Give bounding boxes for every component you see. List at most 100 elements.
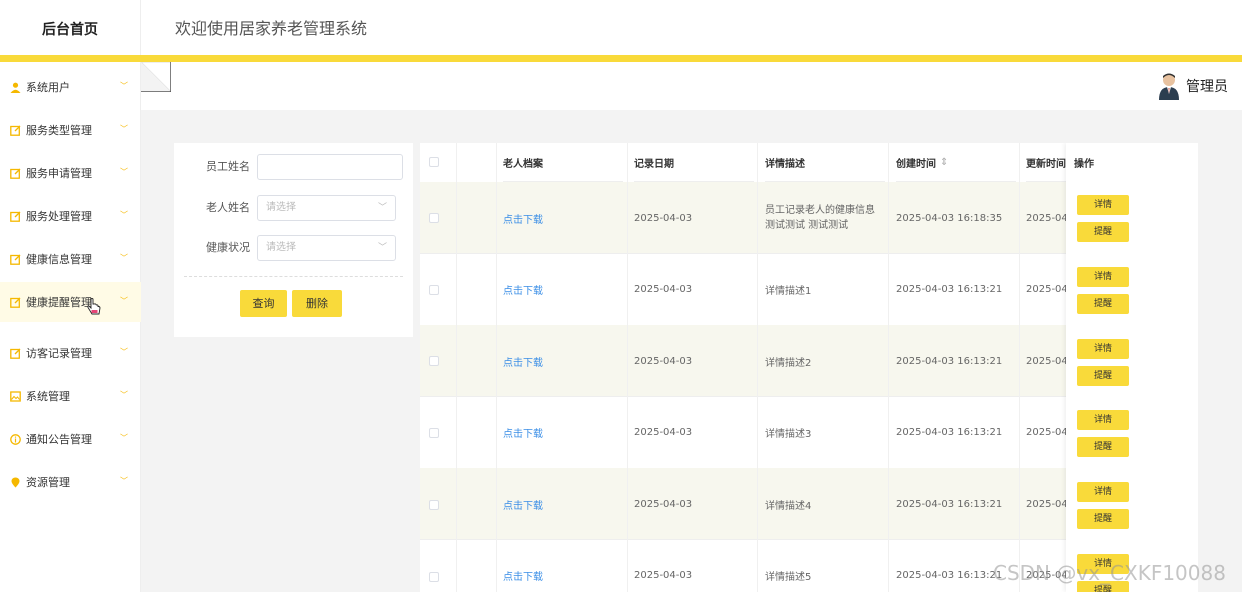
column-divider [456, 143, 457, 592]
record-date: 2025-04-03 [634, 355, 693, 367]
sidebar-item-label: 系统用户 [26, 81, 70, 94]
sidebar-item-label: 服务类型管理 [26, 124, 92, 137]
chevron-down-icon: ﹀ [120, 390, 128, 400]
created-time: 2025-04-03 16:13:21 [896, 498, 1003, 510]
detail-button[interactable]: 详情 [1077, 267, 1129, 287]
row-checkbox[interactable] [429, 428, 439, 438]
detail-button[interactable]: 详情 [1077, 195, 1129, 215]
record-desc: 详情描述2 [765, 357, 812, 369]
sidebar-item-label: 服务申请管理 [26, 167, 92, 180]
sidebar-item-service-types[interactable]: 服务类型管理 ﹀ [0, 110, 141, 150]
edit-icon [9, 167, 21, 179]
remind-button[interactable]: 提醒 [1077, 509, 1129, 529]
remind-button[interactable]: 提醒 [1077, 366, 1129, 386]
edit-icon [9, 347, 21, 359]
download-link[interactable]: 点击下载 [503, 325, 623, 397]
remind-button[interactable]: 提醒 [1077, 222, 1129, 242]
download-link[interactable]: 点击下载 [503, 182, 623, 254]
column-divider [1019, 143, 1020, 592]
record-date: 2025-04-03 [634, 498, 693, 510]
record-desc: 详情描述5 [765, 571, 812, 583]
chevron-down-icon: ﹀ [120, 253, 128, 263]
admin-name: 管理员 [1186, 79, 1228, 95]
detail-button[interactable]: 详情 [1077, 410, 1129, 430]
updated-time: 2025-04-0 [1026, 212, 1066, 224]
sidebar-item-visitor-records[interactable]: 访客记录管理 ﹀ [0, 333, 141, 373]
record-date: 2025-04-03 [634, 569, 693, 581]
record-date: 2025-04-03 [634, 427, 693, 438]
delete-button[interactable]: 删除 [292, 290, 342, 317]
updated-time: 2025-04-0 [1026, 427, 1066, 438]
record-date: 2025-04-03 [634, 212, 693, 224]
row-checkbox[interactable] [429, 285, 439, 295]
row-checkbox[interactable] [429, 500, 439, 510]
download-link[interactable]: 点击下载 [503, 397, 623, 468]
header-created[interactable]: 创建时间 ⇕ [896, 143, 1016, 182]
chevron-down-icon: ﹀ [377, 243, 387, 253]
column-divider [888, 143, 889, 592]
created-time: 2025-04-03 16:13:21 [896, 284, 1003, 295]
home-logo[interactable]: 后台首页 [0, 0, 141, 57]
sort-icon[interactable]: ⇕ [940, 157, 948, 168]
column-divider [627, 143, 628, 592]
header-ops: 操作 [1074, 159, 1094, 170]
created-time: 2025-04-03 16:13:21 [896, 427, 1003, 438]
sidebar-item-system-users[interactable]: 系统用户 ﹀ [0, 67, 141, 107]
employee-name-label: 员工姓名 [206, 160, 250, 173]
image-icon [9, 390, 21, 402]
sidebar-item-label: 健康提醒管理 [26, 296, 92, 309]
user-icon [9, 81, 21, 93]
sidebar-item-notices[interactable]: 通知公告管理 ﹀ [0, 419, 141, 459]
health-status-label: 健康状况 [206, 241, 250, 254]
health-status-select[interactable]: 请选择 ﹀ [257, 235, 396, 261]
employee-name-input[interactable] [257, 154, 403, 180]
elder-name-placeholder: 请选择 [266, 202, 296, 213]
elder-name-row: 老人姓名 请选择 ﹀ [174, 195, 413, 221]
edit-icon [9, 296, 21, 308]
detail-button[interactable]: 详情 [1077, 482, 1129, 502]
chevron-down-icon: ﹀ [120, 81, 128, 91]
query-button[interactable]: 查询 [240, 290, 287, 317]
header-desc: 详情描述 [765, 143, 885, 182]
detail-button[interactable]: 详情 [1077, 339, 1129, 359]
chevron-down-icon: ﹀ [120, 296, 128, 306]
download-link[interactable]: 点击下载 [503, 254, 623, 325]
chevron-down-icon: ﹀ [120, 476, 128, 486]
chevron-down-icon: ﹀ [377, 203, 387, 213]
accent-bar [0, 55, 1242, 62]
records-table: 老人档案 记录日期 详情描述 创建时间 ⇕ 更新时间 点击下载 2025-04-… [420, 143, 1198, 592]
admin-menu[interactable]: 管理员 [1158, 72, 1228, 100]
chevron-down-icon: ﹀ [120, 124, 128, 134]
remind-button[interactable]: 提醒 [1077, 294, 1129, 314]
sidebar-item-service-processing[interactable]: 服务处理管理 ﹀ [0, 196, 141, 236]
download-link[interactable]: 点击下载 [503, 468, 623, 540]
sidebar-item-health-info[interactable]: 健康信息管理 ﹀ [0, 239, 141, 279]
sidebar-toggle-icon[interactable] [141, 62, 171, 92]
search-panel: 员工姓名 老人姓名 请选择 ﹀ 健康状况 请选择 ﹀ 查询 删除 [174, 143, 413, 337]
sidebar-item-service-requests[interactable]: 服务申请管理 ﹀ [0, 153, 141, 193]
sidebar-item-label: 通知公告管理 [26, 433, 92, 446]
operations-column: 操作 详情 提醒 详情 提醒 详情 提醒 详情 提醒 详情 提醒 详情 提醒 [1066, 143, 1198, 592]
edit-icon [9, 210, 21, 222]
chevron-down-icon: ﹀ [120, 167, 128, 177]
elder-name-select[interactable]: 请选择 ﹀ [257, 195, 396, 221]
divider [184, 276, 403, 277]
row-checkbox[interactable] [429, 356, 439, 366]
chevron-down-icon: ﹀ [120, 433, 128, 443]
sidebar-item-system-management[interactable]: 系统管理 ﹀ [0, 376, 141, 416]
row-checkbox[interactable] [429, 572, 439, 582]
record-desc: 详情描述1 [765, 286, 812, 297]
select-all-checkbox[interactable] [429, 157, 439, 167]
health-status-placeholder: 请选择 [266, 242, 296, 253]
sidebar-item-label: 健康信息管理 [26, 253, 92, 266]
row-checkbox[interactable] [429, 213, 439, 223]
created-time: 2025-04-03 16:13:21 [896, 355, 1003, 367]
sidebar-item-label: 系统管理 [26, 390, 70, 403]
hand-cursor-icon [87, 298, 101, 315]
download-link[interactable]: 点击下载 [503, 540, 623, 592]
sidebar-item-health-reminders[interactable]: 健康提醒管理 ﹀ [0, 282, 141, 322]
header-archive: 老人档案 [503, 143, 623, 182]
welcome-title: 欢迎使用居家养老管理系统 [175, 19, 368, 38]
sidebar-item-resources[interactable]: 资源管理 ﹀ [0, 462, 141, 502]
remind-button[interactable]: 提醒 [1077, 437, 1129, 457]
